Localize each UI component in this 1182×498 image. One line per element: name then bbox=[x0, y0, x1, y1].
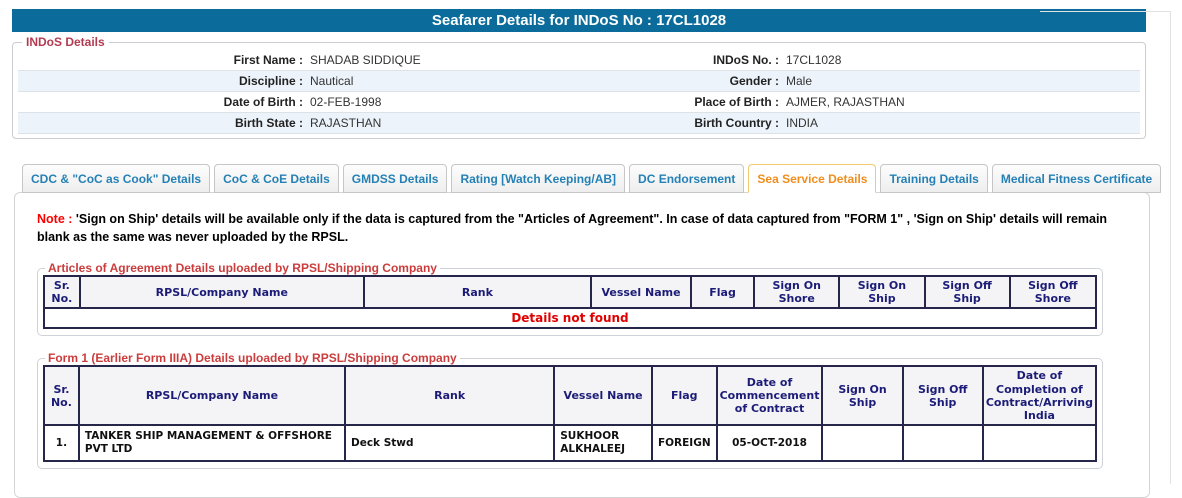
column-header: Vessel Name bbox=[590, 274, 692, 310]
column-header: Sign On Shore bbox=[753, 274, 841, 310]
first-name-label: First Name : bbox=[233, 53, 303, 67]
sign-on-ship-cell bbox=[821, 424, 904, 463]
tab-section: CDC & "CoC as Cook" Details CoC & CoE De… bbox=[14, 164, 1162, 498]
date-commencement-cell: 05-OCT-2018 bbox=[715, 424, 824, 463]
empty-message: Details not found bbox=[43, 307, 1097, 330]
column-header: Date of Commencement of Contract bbox=[715, 365, 824, 427]
details-row: Birth State : RAJASTHAN Birth Country : … bbox=[18, 113, 1140, 134]
date-of-birth-label: Date of Birth : bbox=[223, 95, 303, 109]
note-body: 'Sign on Ship' details will be available… bbox=[37, 212, 1108, 244]
table-header-row: Sr. No. RPSL/Company Name Rank Vessel Na… bbox=[43, 365, 1098, 427]
birth-state-label: Birth State : bbox=[234, 116, 303, 130]
table-row: 1. TANKER SHIP MANAGEMENT & OFFSHORE PVT… bbox=[43, 424, 1098, 463]
tab-cdc-coc-as-cook-details[interactable]: CDC & "CoC as Cook" Details bbox=[22, 164, 211, 193]
form1-section: Form 1 (Earlier Form IIIA) Details uploa… bbox=[37, 351, 1103, 470]
sign-off-ship-cell bbox=[901, 424, 984, 463]
column-header: Sign On Ship bbox=[838, 274, 926, 310]
tab-rating-watch-keeping-ab[interactable]: Rating [Watch Keeping/AB] bbox=[451, 164, 626, 193]
articles-of-agreement-table: Sr. No. RPSL/Company Name Rank Vessel Na… bbox=[43, 274, 1098, 330]
discipline-label: Discipline : bbox=[238, 74, 303, 88]
frame-top-edge bbox=[1040, 11, 1171, 12]
details-row: Discipline : Nautical Gender : Male bbox=[18, 71, 1140, 92]
vessel-cell: SUKHOOR ALKHALEEJ bbox=[553, 424, 653, 463]
column-header: Sign Off Shore bbox=[1008, 274, 1098, 310]
form1-legend: Form 1 (Earlier Form IIIA) Details uploa… bbox=[48, 351, 457, 366]
flag-cell: FOREIGN bbox=[650, 424, 718, 463]
rank-cell: Deck Stwd bbox=[343, 424, 556, 463]
articles-of-agreement-legend: Articles of Agreement Details uploaded b… bbox=[48, 261, 437, 275]
tab-bar: CDC & "CoC as Cook" Details CoC & CoE De… bbox=[14, 164, 1162, 193]
date-of-birth-value: 02-FEB-1998 bbox=[310, 95, 382, 109]
page-title: Seafarer Details for INDoS No : 17CL1028 bbox=[12, 9, 1146, 32]
note-text: Note : 'Sign on Ship' details will be av… bbox=[37, 211, 1135, 246]
place-of-birth-value: AJMER, RAJASTHAN bbox=[786, 95, 905, 109]
indos-details-legend: INDoS Details bbox=[26, 35, 105, 49]
birth-state-value: RAJASTHAN bbox=[310, 116, 382, 130]
frame-right-edge bbox=[1170, 11, 1171, 484]
table-header-row: Sr. No. RPSL/Company Name Rank Vessel Na… bbox=[43, 274, 1098, 310]
tab-coc-coe-details[interactable]: CoC & CoE Details bbox=[214, 164, 339, 193]
tab-medical-fitness-certificate[interactable]: Medical Fitness Certificate bbox=[991, 164, 1162, 193]
birth-country-label: Birth Country : bbox=[694, 116, 779, 130]
column-header: Sign Off Ship bbox=[901, 365, 984, 427]
column-header: Flag bbox=[650, 365, 718, 427]
sea-service-details-panel: Note : 'Sign on Ship' details will be av… bbox=[14, 192, 1150, 498]
column-header: Sr. No. bbox=[43, 274, 81, 310]
company-cell: TANKER SHIP MANAGEMENT & OFFSHORE PVT LT… bbox=[77, 424, 347, 463]
empty-row: Details not found bbox=[43, 307, 1097, 330]
indos-no-label: INDoS No. : bbox=[713, 53, 779, 67]
column-header: Vessel Name bbox=[553, 365, 653, 427]
birth-country-value: INDIA bbox=[786, 116, 819, 130]
column-header: Sr. No. bbox=[43, 365, 80, 427]
tab-sea-service-details[interactable]: Sea Service Details bbox=[748, 164, 877, 193]
discipline-value: Nautical bbox=[310, 74, 354, 88]
gender-value: Male bbox=[786, 74, 813, 88]
date-completion-cell bbox=[981, 424, 1098, 463]
tab-dc-endorsement[interactable]: DC Endorsement bbox=[629, 164, 745, 193]
details-row: Date of Birth : 02-FEB-1998 Place of Bir… bbox=[18, 92, 1140, 113]
column-header: Sign On Ship bbox=[821, 365, 904, 427]
tab-training-details[interactable]: Training Details bbox=[880, 164, 988, 193]
place-of-birth-label: Place of Birth : bbox=[694, 95, 779, 109]
first-name-value: SHADAB SIDDIQUE bbox=[310, 53, 421, 67]
note-label: Note : bbox=[37, 212, 73, 226]
column-header: Rank bbox=[362, 274, 593, 310]
column-header: Date of Completion of Contract/Arriving … bbox=[981, 365, 1098, 427]
tab-gmdss-details[interactable]: GMDSS Details bbox=[342, 164, 448, 193]
column-header: Flag bbox=[689, 274, 756, 310]
indos-details-section: INDoS Details First Name : SHADAB SIDDIQ… bbox=[12, 35, 1146, 139]
form1-table: Sr. No. RPSL/Company Name Rank Vessel Na… bbox=[43, 365, 1098, 463]
details-row: First Name : SHADAB SIDDIQUE INDoS No. :… bbox=[18, 50, 1140, 71]
gender-label: Gender : bbox=[729, 74, 779, 88]
sr-no-cell: 1. bbox=[43, 424, 80, 463]
column-header: Sign Off Ship bbox=[923, 274, 1011, 310]
indos-no-value: 17CL1028 bbox=[786, 53, 842, 67]
articles-of-agreement-section: Articles of Agreement Details uploaded b… bbox=[37, 261, 1103, 337]
column-header: Rank bbox=[343, 365, 556, 427]
column-header: RPSL/Company Name bbox=[77, 365, 347, 427]
column-header: RPSL/Company Name bbox=[78, 274, 365, 310]
